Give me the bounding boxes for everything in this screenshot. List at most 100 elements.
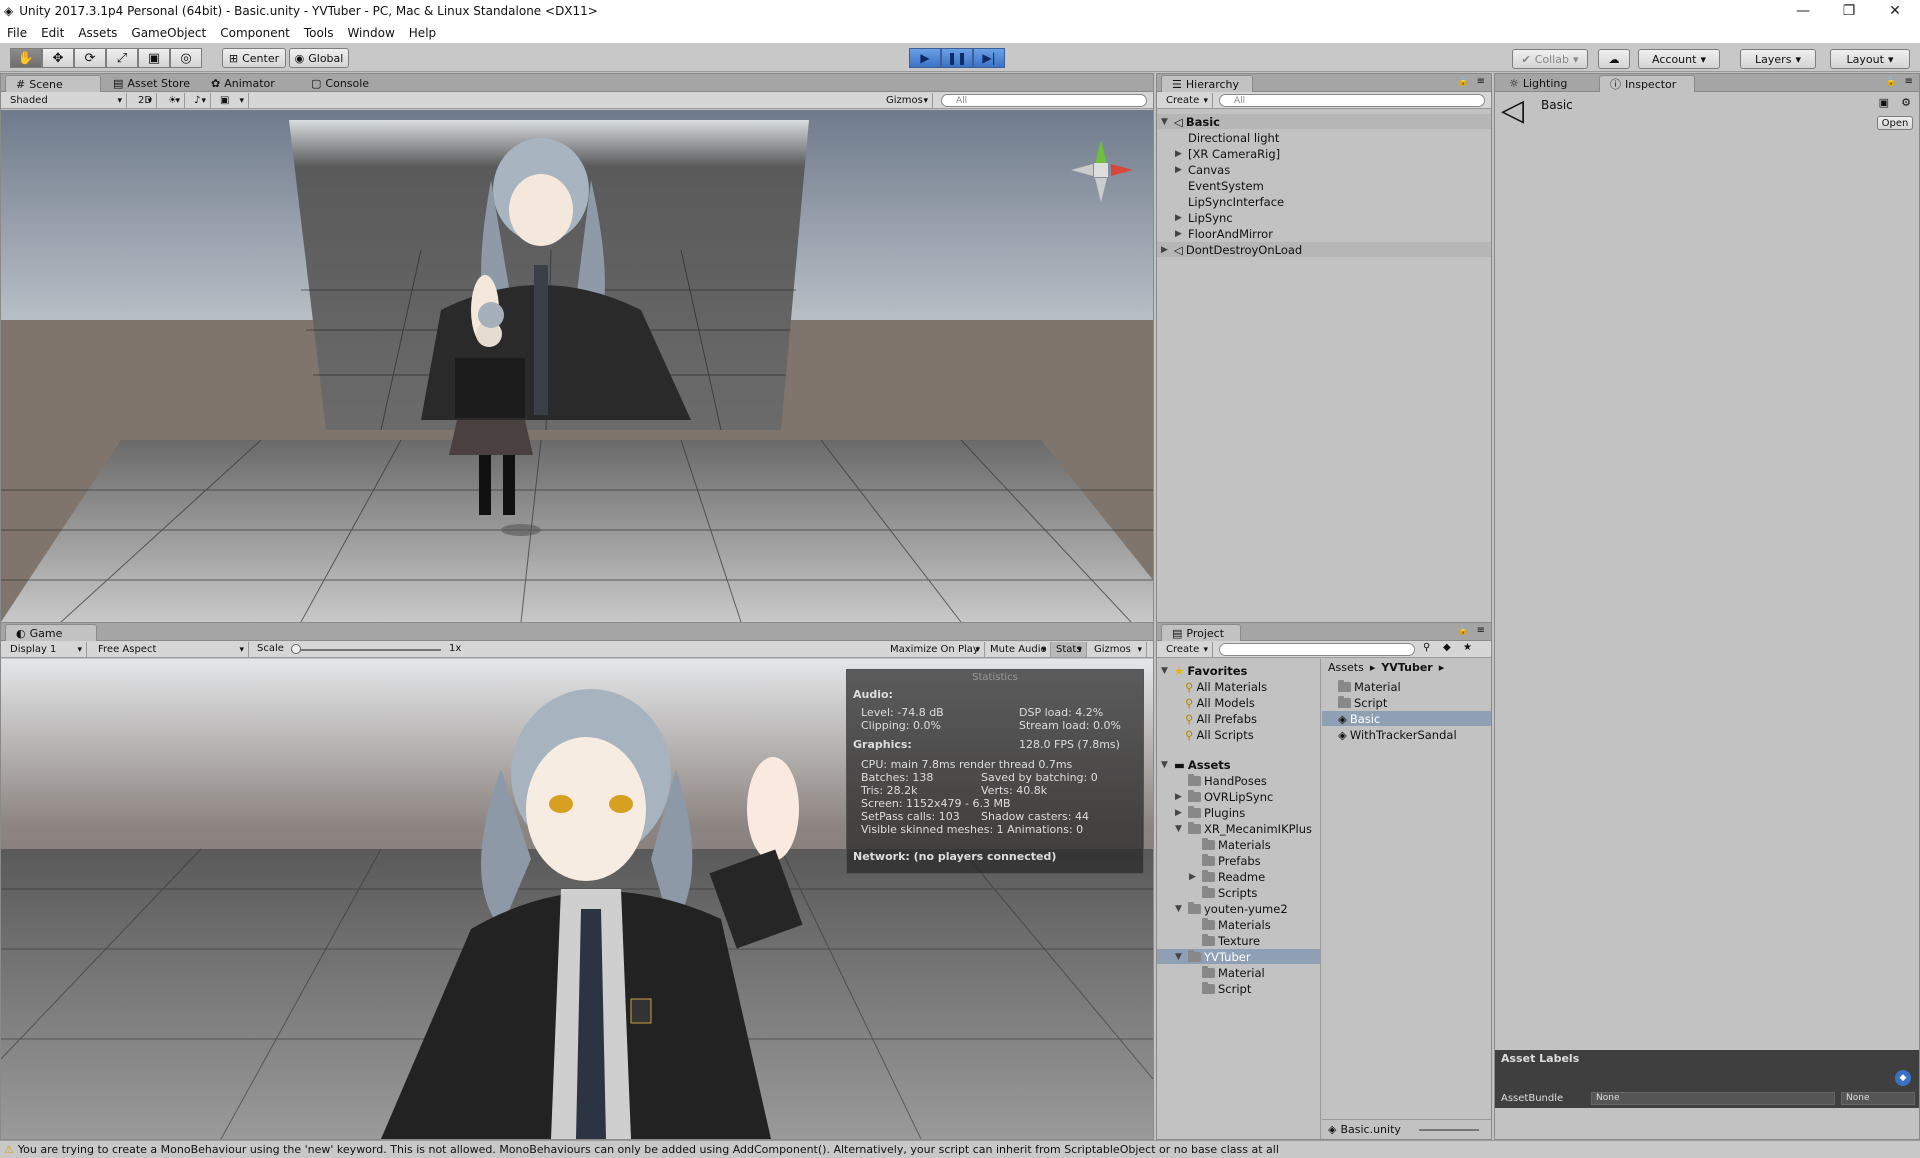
- project-folder-item[interactable]: ▶ OVRLipSync: [1175, 789, 1273, 804]
- lock-icon[interactable]: 🔒: [1886, 77, 1897, 87]
- hierarchy-item[interactable]: EventSystem: [1175, 178, 1264, 193]
- expand-arrow-icon[interactable]: ▼: [1175, 904, 1185, 914]
- project-folder-item[interactable]: Material: [1189, 965, 1265, 980]
- project-folder-item[interactable]: ▼ XR_MecanimIKPlus: [1175, 821, 1312, 836]
- tab-asset-store[interactable]: ▤ Asset Store: [103, 75, 200, 92]
- tab-inspector[interactable]: ⓘ Inspector: [1599, 75, 1695, 92]
- game-viewport[interactable]: Statistics Audio: Level: -74.8 dB Clippi…: [1, 659, 1153, 1139]
- play-button[interactable]: ▶: [909, 48, 941, 68]
- favorite-item[interactable]: ⚲ All Materials: [1185, 679, 1267, 694]
- maximize-on-play-toggle[interactable]: Maximize On Play: [885, 642, 985, 657]
- expand-arrow-icon[interactable]: ▶: [1175, 165, 1185, 175]
- hierarchy-create-dropdown[interactable]: Create: [1161, 93, 1213, 108]
- panel-menu-icon[interactable]: ≡: [1477, 625, 1485, 636]
- file-item[interactable]: Material: [1338, 679, 1401, 694]
- pause-button[interactable]: ❚❚: [941, 48, 973, 68]
- hand-tool-icon[interactable]: ✋: [10, 48, 42, 68]
- expand-arrow-icon[interactable]: ▼: [1161, 760, 1171, 770]
- lighting-toggle-icon[interactable]: ☀: [163, 93, 185, 108]
- project-folder-item[interactable]: Materials: [1189, 917, 1271, 932]
- file-item[interactable]: ◈ Basic: [1338, 711, 1380, 726]
- expand-arrow-icon[interactable]: ▶: [1175, 229, 1185, 239]
- lock-icon[interactable]: 🔒: [1458, 626, 1469, 636]
- lock-icon[interactable]: 🔒: [1458, 77, 1469, 87]
- hierarchy-item[interactable]: ▶ ◁ DontDestroyOnLoad: [1161, 242, 1302, 257]
- stats-toggle[interactable]: Stats: [1051, 642, 1087, 657]
- menu-tools[interactable]: Tools: [297, 26, 341, 40]
- project-create-dropdown[interactable]: Create: [1161, 642, 1213, 657]
- pivot-center-button[interactable]: ⊞ Center: [222, 48, 286, 68]
- effects-dropdown-icon[interactable]: ▣: [215, 93, 249, 108]
- mute-audio-toggle[interactable]: Mute Audio: [985, 642, 1051, 657]
- expand-arrow-icon[interactable]: ▶: [1189, 872, 1199, 882]
- tab-scene[interactable]: # Scene: [5, 75, 101, 92]
- filter-type-icon[interactable]: ⚲: [1423, 642, 1430, 653]
- mode-2d-toggle[interactable]: 2D: [133, 93, 157, 108]
- menu-component[interactable]: Component: [213, 26, 297, 40]
- rotate-tool-icon[interactable]: ⟳: [74, 48, 106, 68]
- project-folder-item[interactable]: HandPoses: [1175, 773, 1267, 788]
- tab-hierarchy[interactable]: ☰ Hierarchy: [1161, 75, 1253, 92]
- transform-tool-icon[interactable]: ◎: [170, 48, 202, 68]
- menu-help[interactable]: Help: [402, 26, 443, 40]
- hierarchy-search-input[interactable]: All: [1219, 94, 1485, 107]
- breadcrumb-current[interactable]: YVTuber: [1381, 661, 1432, 674]
- project-folder-item[interactable]: Texture: [1189, 933, 1260, 948]
- account-dropdown[interactable]: Account ▾: [1638, 49, 1720, 69]
- favorite-item[interactable]: ⚲ All Models: [1185, 695, 1255, 710]
- scale-slider-thumb[interactable]: [291, 644, 301, 654]
- tab-animator[interactable]: ✿ Animator: [201, 75, 285, 92]
- audio-toggle-icon[interactable]: ♪: [189, 93, 211, 108]
- tab-lighting[interactable]: ☼ Lighting: [1499, 75, 1577, 92]
- favorite-star-icon[interactable]: ★: [1463, 642, 1472, 653]
- aspect-dropdown[interactable]: Free Aspect: [93, 642, 249, 657]
- menu-window[interactable]: Window: [340, 26, 401, 40]
- file-item[interactable]: Script: [1338, 695, 1387, 710]
- open-button[interactable]: Open: [1877, 116, 1913, 130]
- collab-button[interactable]: ✔ Collab ▾: [1512, 49, 1588, 69]
- tab-game[interactable]: ◐ Game: [5, 624, 97, 641]
- hierarchy-item[interactable]: ▶ [XR CameraRig]: [1175, 146, 1280, 161]
- layout-dropdown[interactable]: Layout ▾: [1830, 49, 1910, 69]
- expand-arrow-icon[interactable]: ▼: [1175, 824, 1185, 834]
- hierarchy-item[interactable]: ▶ FloorAndMirror: [1175, 226, 1273, 241]
- display-dropdown[interactable]: Display 1: [5, 642, 87, 657]
- project-folder-item[interactable]: Prefabs: [1189, 853, 1261, 868]
- project-folder-item[interactable]: Scripts: [1189, 885, 1257, 900]
- tab-project[interactable]: ▤ Project: [1161, 624, 1241, 641]
- help-icon[interactable]: ▣: [1879, 96, 1889, 109]
- expand-arrow-icon[interactable]: ▶: [1175, 792, 1185, 802]
- hierarchy-item[interactable]: LipSyncInterface: [1175, 194, 1284, 209]
- expand-arrow-icon[interactable]: ▶: [1175, 213, 1185, 223]
- hierarchy-item[interactable]: ▼ ◁ Basic: [1161, 114, 1220, 129]
- file-item[interactable]: ◈ WithTrackerSandal: [1338, 727, 1457, 742]
- expand-arrow-icon[interactable]: ▶: [1175, 149, 1185, 159]
- scale-tool-icon[interactable]: ⤢: [106, 48, 138, 68]
- cloud-button[interactable]: ☁: [1598, 49, 1630, 69]
- expand-arrow-icon[interactable]: ▶: [1175, 808, 1185, 818]
- project-folder-item[interactable]: ▶ Plugins: [1175, 805, 1245, 820]
- hierarchy-item[interactable]: ▶ LipSync: [1175, 210, 1233, 225]
- project-folder-item[interactable]: Script: [1189, 981, 1251, 996]
- breadcrumb-root[interactable]: Assets: [1328, 661, 1364, 674]
- project-folder-item[interactable]: ▶ Readme: [1189, 869, 1265, 884]
- expand-arrow-icon[interactable]: ▼: [1161, 666, 1171, 676]
- pivot-global-button[interactable]: ◉ Global: [289, 48, 349, 68]
- project-section-header[interactable]: ▼ ★ Favorites: [1161, 663, 1247, 678]
- hierarchy-item[interactable]: Directional light: [1175, 130, 1279, 145]
- panel-menu-icon[interactable]: ≡: [1477, 76, 1485, 87]
- restore-button[interactable]: ❐: [1826, 0, 1872, 22]
- favorite-item[interactable]: ⚲ All Scripts: [1185, 727, 1254, 742]
- gear-icon[interactable]: ⚙: [1901, 96, 1911, 109]
- expand-arrow-icon[interactable]: ▼: [1161, 117, 1171, 127]
- expand-arrow-icon[interactable]: ▼: [1175, 952, 1185, 962]
- project-search-input[interactable]: [1219, 643, 1415, 656]
- layers-dropdown[interactable]: Layers ▾: [1740, 49, 1816, 69]
- expand-arrow-icon[interactable]: ▶: [1161, 245, 1171, 255]
- close-button[interactable]: ✕: [1872, 0, 1918, 22]
- panel-menu-icon[interactable]: ≡: [1905, 76, 1913, 87]
- scene-gizmos-dropdown[interactable]: Gizmos: [881, 93, 933, 108]
- icon-size-slider[interactable]: [1418, 1128, 1479, 1131]
- asset-variant-dropdown[interactable]: None: [1841, 1092, 1915, 1105]
- scale-slider[interactable]: [291, 649, 441, 651]
